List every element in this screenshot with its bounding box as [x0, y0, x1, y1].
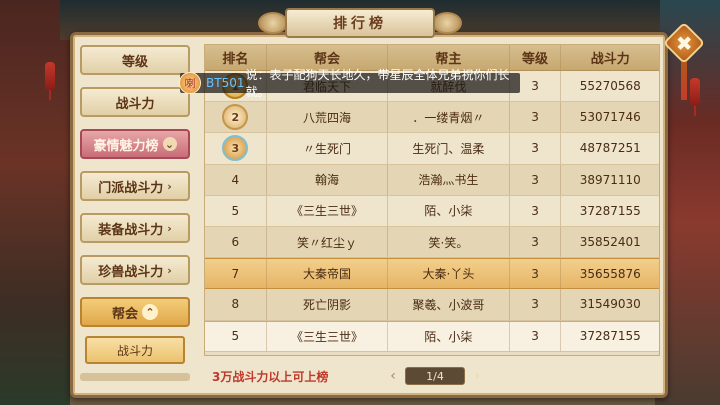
level-cell: 3	[510, 164, 562, 195]
leader-cell: 陌、小柒	[388, 195, 510, 226]
power-cell: 31549030	[579, 297, 641, 312]
lantern-decoration	[690, 78, 700, 116]
leader-cell: 聚羲、小波哥	[388, 289, 510, 320]
power-cell: 38971110	[579, 172, 641, 187]
my-guild-row[interactable]: 5 《三生三世》 陌、小柒 3 37287155	[205, 320, 659, 352]
menu-item-label: 豪情魅力榜	[93, 138, 159, 154]
close-icon: ✖	[675, 30, 693, 55]
chevron-right-icon: ›	[167, 221, 172, 235]
power-cell: 37287155	[579, 329, 641, 344]
rank-cell: 4	[205, 164, 267, 195]
guild-cell: 大秦帝国	[267, 259, 389, 289]
page-title: 排行榜	[285, 8, 435, 38]
level-cell: 3	[510, 102, 562, 133]
submenu-item-guild-power[interactable]: 战斗力	[85, 336, 185, 364]
table-row[interactable]: 3 〃生死门 生死门、温柔 3 48787251	[205, 133, 659, 165]
chat-broadcast-bar[interactable]: BT501 说：表子配狗天长地久，带星辰全体兄弟祝你们长就。	[180, 68, 520, 99]
leader-cell: 生死门、温柔	[388, 133, 510, 164]
level-cell: 3	[510, 195, 562, 226]
level-cell: 3	[510, 226, 562, 258]
rank-cell: 5	[205, 195, 267, 226]
silver-medal-icon: 2	[222, 104, 249, 131]
table-row[interactable]: 8 死亡阴影 聚羲、小波哥 3 31549030	[205, 289, 659, 321]
menu-item-label: 装备战斗力	[98, 222, 164, 238]
menu-item-label: 珍兽战斗力	[98, 264, 164, 280]
power-cell: 35852401	[579, 235, 641, 250]
rank-cell: 8	[205, 289, 267, 320]
column-header-power: 战斗力	[590, 52, 630, 67]
menu-item-pet-power[interactable]: 珍兽战斗力 ›	[80, 255, 190, 285]
table-row[interactable]: 2 八荒四海 ．一缕青烟〃 3 53071746	[205, 102, 659, 134]
table-row[interactable]: 6 笑〃红尘ｙ 笑·笑。 3 35852401	[205, 226, 659, 259]
guild-cell: 〃生死门	[267, 133, 389, 164]
chat-sender-name[interactable]: BT501	[206, 76, 244, 90]
level-cell: 3	[510, 259, 562, 289]
menu-item-equipment-power[interactable]: 装备战斗力 ›	[80, 213, 190, 243]
menu-item-label: 门派战斗力	[98, 180, 164, 196]
page-indicator: 1/4	[405, 367, 465, 385]
rank-requirement-note: 3万战斗力以上可上榜	[212, 370, 329, 384]
rank-cell: 7	[205, 259, 267, 289]
chevron-right-icon: ›	[167, 263, 172, 277]
close-tassel	[681, 60, 687, 100]
power-cell: 48787251	[579, 141, 641, 156]
menu-item-label: 帮会	[111, 306, 138, 322]
menu-item-combat-power[interactable]: 战斗力	[80, 87, 190, 117]
guild-cell: 翰海	[267, 164, 389, 195]
next-page-button[interactable]: ›	[469, 368, 485, 384]
leader-cell: 笑·笑。	[388, 226, 510, 258]
menu-item-level[interactable]: 等级	[80, 45, 190, 75]
chat-message-text: 说：表子配狗天长地久，带星辰全体兄弟祝你们长就。	[245, 68, 510, 99]
chevron-down-icon: ⌄	[162, 137, 177, 151]
guild-cell: 《三生三世》	[267, 321, 389, 351]
leader-cell: 陌、小柒	[388, 321, 510, 351]
rank-cell: 2	[205, 102, 267, 133]
power-cell: 37287155	[579, 203, 641, 218]
level-cell: 3	[510, 321, 562, 351]
rank-cell: 5	[205, 321, 267, 351]
guild-cell: 笑〃红尘ｙ	[267, 226, 389, 258]
guild-cell: 八荒四海	[267, 102, 389, 133]
leader-cell: 浩瀚灬书生	[388, 164, 510, 195]
title-ornament-right	[432, 12, 462, 34]
menu-bottom-edge	[80, 373, 190, 381]
prev-page-button[interactable]: ‹	[385, 368, 401, 384]
table-row[interactable]: 4 翰海 浩瀚灬书生 3 38971110	[205, 164, 659, 196]
power-cell: 55270568	[579, 79, 641, 94]
level-cell: 3	[510, 133, 562, 164]
power-cell: 35655876	[579, 266, 641, 281]
pagination: ‹ 1/4 ›	[385, 366, 485, 386]
menu-item-guild[interactable]: 帮会 ⌃	[80, 297, 190, 327]
level-cell: 3	[510, 289, 562, 320]
chevron-up-icon: ⌃	[142, 304, 158, 320]
title-ornament-left	[258, 12, 288, 34]
rank-cell: 6	[205, 226, 267, 258]
background-left-scenery	[0, 0, 70, 405]
submenu-item-label: 战斗力	[116, 343, 153, 358]
bronze-medal-icon: 3	[222, 135, 249, 162]
table-row-highlighted[interactable]: 7 大秦帝国 大秦·丫头 3 35655876	[205, 258, 659, 290]
power-cell: 53071746	[579, 110, 641, 125]
table-row[interactable]: 5 《三生三世》 陌、小柒 3 37287155	[205, 195, 659, 227]
leader-cell: ．一缕青烟〃	[388, 102, 510, 133]
horn-icon: 喇	[179, 72, 201, 94]
leader-cell: 大秦·丫头	[388, 259, 510, 289]
guild-cell: 《三生三世》	[267, 195, 389, 226]
rank-cell: 3	[205, 133, 267, 164]
menu-item-sect-power[interactable]: 门派战斗力 ›	[80, 171, 190, 201]
menu-item-charm-ranking[interactable]: 豪情魅力榜 ⌄	[80, 129, 190, 159]
menu-item-label: 等级	[121, 54, 148, 70]
category-menu: 等级 战斗力 豪情魅力榜 ⌄ 门派战斗力 › 装备战斗力 › 珍兽战斗力 › 帮…	[80, 45, 192, 383]
chevron-right-icon: ›	[167, 179, 172, 193]
menu-item-label: 战斗力	[115, 96, 155, 112]
guild-cell: 死亡阴影	[267, 289, 389, 320]
lantern-decoration	[45, 62, 55, 100]
